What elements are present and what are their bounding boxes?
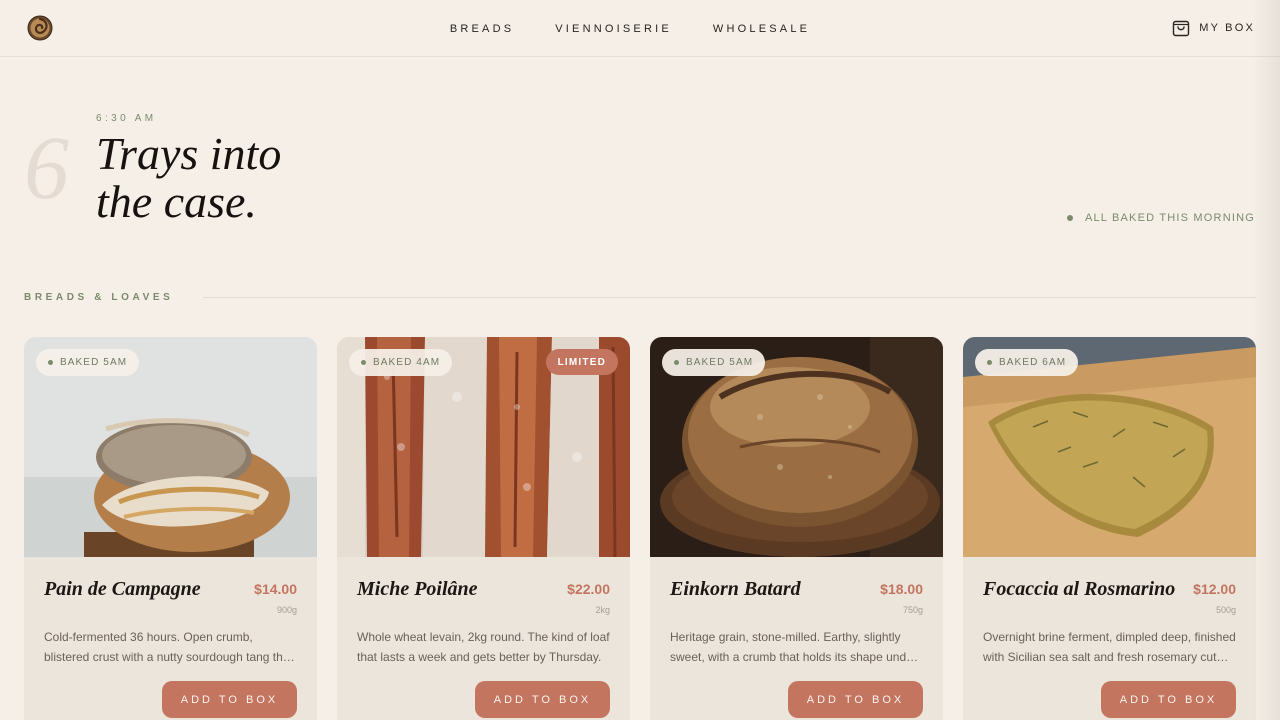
add-to-box-button[interactable]: ADD TO BOX — [1101, 681, 1236, 718]
hero-time: 6:30 AM — [96, 113, 157, 124]
product-card: BAKED 4AM LIMITED Miche Poilâne $22.00 2… — [337, 337, 630, 720]
product-weight: 750g — [902, 605, 923, 615]
baked-time-badge: BAKED 6AM — [975, 349, 1079, 376]
product-image[interactable]: BAKED 5AM — [24, 337, 317, 557]
product-name[interactable]: Einkorn Batard — [670, 578, 801, 601]
baked-time-badge: BAKED 4AM — [349, 349, 453, 376]
add-to-box-button[interactable]: ADD TO BOX — [475, 681, 610, 718]
product-grid: BAKED 5AM Pain de Campagne $14.00 900g C… — [24, 337, 1256, 720]
add-to-box-button[interactable]: ADD TO BOX — [788, 681, 923, 718]
product-details: Focaccia al Rosmarino $12.00 500g Overni… — [963, 557, 1256, 720]
baked-time-text: BAKED 6AM — [999, 357, 1067, 368]
page-edge-shadow — [1252, 0, 1280, 720]
hero-title-line-1: Trays into — [96, 128, 282, 179]
product-weight: 500g — [1215, 605, 1236, 615]
product-name[interactable]: Focaccia al Rosmarino — [983, 578, 1175, 601]
baked-time-text: BAKED 4AM — [373, 357, 441, 368]
section-divider — [203, 297, 1256, 298]
product-details: Pain de Campagne $14.00 900g Cold-fermen… — [24, 557, 317, 720]
product-description: Heritage grain, stone-milled. Earthy, sl… — [670, 630, 919, 664]
status-dot-icon — [674, 360, 679, 365]
product-weight: 900g — [276, 605, 297, 615]
add-to-box-button[interactable]: ADD TO BOX — [162, 681, 297, 718]
status-dot-icon — [1066, 215, 1073, 221]
nav-link-breads[interactable]: BREADS — [450, 23, 514, 35]
product-image[interactable]: BAKED 6AM — [963, 337, 1256, 557]
product-image[interactable]: BAKED 4AM LIMITED — [337, 337, 630, 557]
hero-title-line-2: the case. — [96, 176, 257, 227]
product-price: $22.00 — [567, 581, 610, 597]
product-card: BAKED 6AM Focaccia al Rosmarino $12.00 5… — [963, 337, 1256, 720]
product-price: $14.00 — [254, 581, 297, 597]
product-name[interactable]: Pain de Campagne — [44, 578, 201, 601]
status-dot-icon — [361, 360, 366, 365]
section-label: BREADS & LOAVES — [24, 292, 174, 303]
limited-badge: LIMITED — [545, 349, 618, 375]
my-box-label: MY BOX — [1199, 21, 1255, 34]
baked-time-badge: BAKED 5AM — [662, 349, 766, 376]
hero-tray-number: 6 — [24, 119, 69, 218]
product-card: BAKED 5AM Pain de Campagne $14.00 900g C… — [24, 337, 317, 720]
product-description: Overnight brine ferment, dimpled deep, f… — [983, 630, 1236, 664]
baked-time-text: BAKED 5AM — [60, 357, 128, 368]
my-box-button[interactable]: MY BOX — [1172, 18, 1255, 37]
product-card: BAKED 5AM Einkorn Batard $18.00 750g Her… — [650, 337, 943, 720]
baked-this-morning-note: ALL BAKED THIS MORNING — [1066, 212, 1255, 224]
product-price: $12.00 — [1193, 581, 1236, 597]
baked-time-text: BAKED 5AM — [686, 357, 754, 368]
main-nav: BREADS VIENNOISERIE WHOLESALE — [0, 0, 1280, 57]
nav-link-viennoiserie[interactable]: VIENNOISERIE — [555, 23, 672, 35]
hero-title: Trays into the case. — [96, 130, 281, 226]
product-details: Miche Poilâne $22.00 2kg Whole wheat lev… — [337, 557, 630, 720]
baked-time-badge: BAKED 5AM — [36, 349, 140, 376]
product-details: Einkorn Batard $18.00 750g Heritage grai… — [650, 557, 943, 720]
nav-link-wholesale[interactable]: WHOLESALE — [713, 23, 810, 35]
shopping-bag-icon — [1173, 20, 1190, 37]
baked-note-text: ALL BAKED THIS MORNING — [1084, 212, 1255, 224]
product-weight: 2kg — [595, 605, 610, 615]
product-price: $18.00 — [880, 581, 923, 597]
product-image[interactable]: BAKED 5AM — [650, 337, 943, 557]
top-nav: BREADS VIENNOISERIE WHOLESALE MY BOX — [0, 0, 1280, 57]
product-description: Cold-fermented 36 hours. Open crumb, bli… — [44, 630, 295, 664]
status-dot-icon — [48, 360, 53, 365]
product-name[interactable]: Miche Poilâne — [357, 578, 478, 601]
status-dot-icon — [987, 360, 992, 365]
product-description: Whole wheat levain, 2kg round. The kind … — [357, 630, 610, 664]
